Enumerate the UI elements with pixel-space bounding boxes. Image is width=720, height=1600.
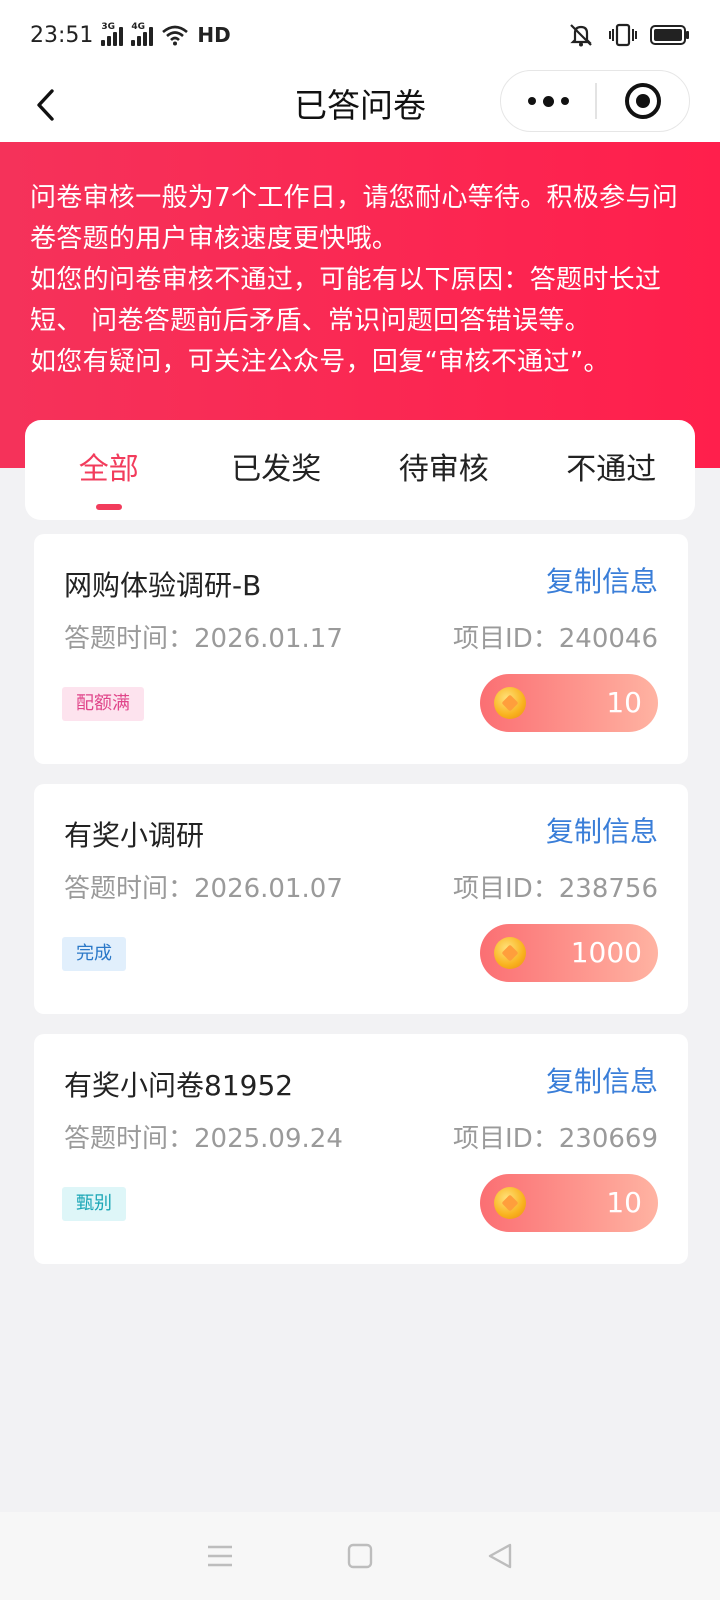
tab-pending[interactable]: 待审核 xyxy=(360,420,528,520)
reward-amount: 10 xyxy=(606,686,642,719)
status-time: 23:51 xyxy=(30,22,94,48)
coin-icon xyxy=(494,687,526,719)
tab-all[interactable]: 全部 xyxy=(25,420,193,520)
vibrate-icon xyxy=(609,23,637,47)
signal-4g-icon: 4G xyxy=(131,22,154,46)
project-id: 项目ID：240046 xyxy=(453,624,658,654)
copy-info-button[interactable]: 复制信息 xyxy=(546,810,658,850)
battery-icon xyxy=(650,25,689,45)
reward-amount: 1000 xyxy=(570,936,642,969)
tab-rewarded[interactable]: 已发奖 xyxy=(193,420,361,520)
coin-icon xyxy=(494,937,526,969)
system-nav-bar xyxy=(0,1512,720,1600)
status-bar: 23:51 3G 4G HD xyxy=(0,0,720,70)
filter-tabs: 全部 已发奖 待审核 不通过 xyxy=(25,420,695,520)
notice-line-2: 如您的问卷审核不通过，可能有以下原因：答题时长过短、 问卷答题前后矛盾、常识问题… xyxy=(30,265,662,336)
survey-card: 有奖小问卷81952 复制信息 答题时间：2025.09.24 项目ID：230… xyxy=(34,1034,688,1264)
survey-title: 有奖小问卷81952 xyxy=(64,1069,294,1102)
project-id: 项目ID：238756 xyxy=(453,874,658,904)
more-dots-icon xyxy=(527,97,536,105)
more-button[interactable] xyxy=(501,71,595,131)
mini-program-capsule xyxy=(500,70,690,132)
wifi-icon xyxy=(162,25,189,46)
status-badge: 配额满 xyxy=(62,687,144,721)
status-badge: 完成 xyxy=(62,937,126,971)
system-back-button[interactable] xyxy=(480,1536,520,1576)
project-id: 项目ID：230669 xyxy=(453,1124,658,1154)
hd-label: HD xyxy=(197,23,231,47)
triangle-back-icon xyxy=(488,1543,512,1569)
coin-icon xyxy=(494,1187,526,1219)
menu-lines-icon xyxy=(208,1545,232,1567)
active-tab-indicator xyxy=(95,504,122,510)
reward-amount: 10 xyxy=(606,1186,642,1219)
survey-title: 网购体验调研-B xyxy=(64,569,262,602)
nav-bar: 已答问卷 xyxy=(0,70,720,142)
survey-card: 有奖小调研 复制信息 答题时间：2026.01.07 项目ID：238756 完… xyxy=(34,784,688,1014)
square-home-icon xyxy=(347,1543,373,1569)
close-program-button[interactable] xyxy=(597,71,690,131)
mute-bell-icon xyxy=(570,24,592,47)
answer-time: 答题时间：2026.01.17 xyxy=(64,624,343,654)
copy-info-button[interactable]: 复制信息 xyxy=(546,560,658,600)
notice-line-3: 如您有疑问，可关注公众号，回复“审核不通过”。 xyxy=(30,347,610,377)
survey-card: 网购体验调研-B 复制信息 答题时间：2026.01.17 项目ID：24004… xyxy=(34,534,688,764)
home-button[interactable] xyxy=(340,1536,380,1576)
signal-3g-icon: 3G xyxy=(101,22,124,46)
target-circle-icon xyxy=(624,83,661,119)
menu-button[interactable] xyxy=(200,1536,240,1576)
notice-line-1: 问卷审核一般为7个工作日，请您耐心等待。积极参与问卷答题的用户审核速度更快哦。 xyxy=(30,183,679,254)
answer-time: 答题时间：2025.09.24 xyxy=(64,1124,343,1154)
answer-time: 答题时间：2026.01.07 xyxy=(64,874,343,904)
reward-pill: 1000 xyxy=(480,924,658,982)
page: 23:51 3G 4G HD 已答问卷 问卷审核一般为7个工作日，请您耐心等待。… xyxy=(0,0,720,1600)
tab-rejected[interactable]: 不通过 xyxy=(528,420,696,520)
reward-pill: 10 xyxy=(480,674,658,732)
status-badge: 甄别 xyxy=(62,1187,126,1221)
copy-info-button[interactable]: 复制信息 xyxy=(546,1060,658,1100)
survey-title: 有奖小调研 xyxy=(64,819,205,852)
reward-pill: 10 xyxy=(480,1174,658,1232)
